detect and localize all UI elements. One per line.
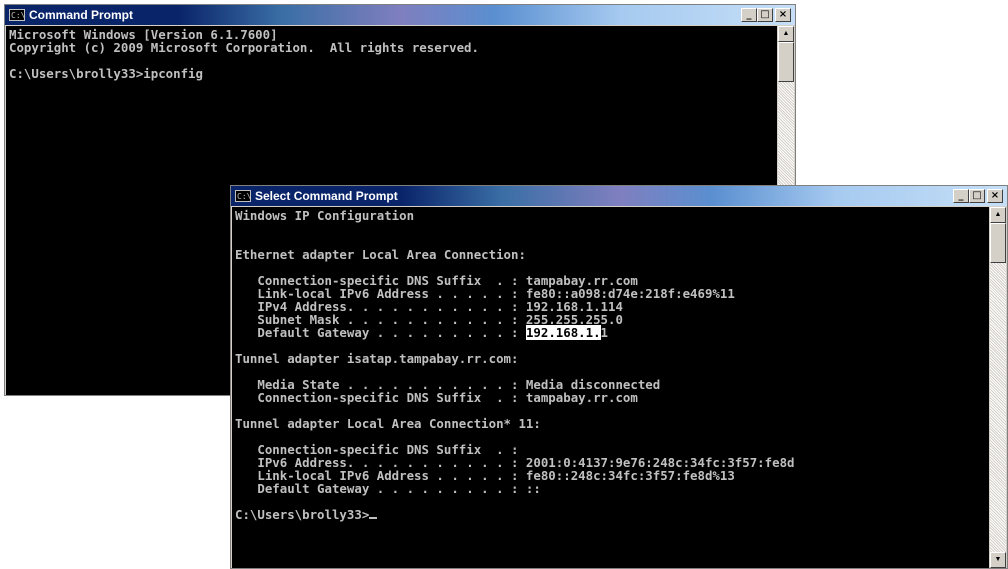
console-lines-before: Windows IP Configuration Ethernet adapte…	[235, 209, 986, 326]
console-line: Copyright (c) 2009 Microsoft Corporation…	[9, 40, 479, 55]
close-button[interactable]: ×	[987, 189, 1003, 203]
gateway-rest: 1	[600, 325, 609, 340]
console-line: Tunnel adapter Local Area Connection* 11…	[235, 416, 541, 431]
close-button[interactable]: ×	[775, 8, 791, 22]
scroll-thumb[interactable]	[778, 42, 794, 82]
window-title: Command Prompt	[29, 8, 134, 22]
console-line: Tunnel adapter isatap.tampabay.rr.com:	[235, 351, 519, 366]
scroll-thumb[interactable]	[990, 223, 1006, 263]
command-prompt-icon[interactable]: C:\	[9, 9, 25, 21]
minimize-button[interactable]: _	[953, 189, 969, 203]
maximize-button[interactable]: □	[757, 8, 773, 22]
console-line: C:\Users\brolly33>ipconfig	[9, 66, 203, 81]
scroll-up-arrow-icon[interactable]: ▲	[778, 26, 794, 42]
title-bar[interactable]: C:\ Command Prompt _ □ ×	[5, 5, 795, 25]
console-output[interactable]: Windows IP Configuration Ethernet adapte…	[232, 207, 989, 568]
minimize-button[interactable]: _	[741, 8, 757, 22]
text-cursor	[369, 517, 378, 519]
console-line: Connection-specific DNS Suffix . : tampa…	[235, 390, 638, 405]
console-line: Ethernet adapter Local Area Connection:	[235, 247, 526, 262]
console-line: Default Gateway . . . . . . . . . : ::	[235, 481, 541, 496]
maximize-button[interactable]: □	[969, 189, 985, 203]
window-title: Select Command Prompt	[255, 189, 398, 203]
selected-text[interactable]: 192.168.1.	[525, 325, 601, 340]
scroll-down-arrow-icon[interactable]: ▼	[990, 552, 1006, 568]
window-controls: _ □ ×	[953, 189, 1003, 203]
scroll-up-arrow-icon[interactable]: ▲	[990, 207, 1006, 223]
console-line-default-gateway: Default Gateway . . . . . . . . . : 192.…	[235, 325, 986, 340]
title-bar[interactable]: C:\ Select Command Prompt _ □ ×	[231, 186, 1007, 206]
console-lines-after: Tunnel adapter isatap.tampabay.rr.com: M…	[235, 339, 986, 508]
window-controls: _ □ ×	[741, 8, 791, 22]
console-prompt-line[interactable]: C:\Users\brolly33>	[235, 508, 986, 521]
prompt-text: C:\Users\brolly33>	[235, 507, 370, 522]
console-line: Windows IP Configuration	[235, 208, 415, 223]
vertical-scrollbar[interactable]: ▲ ▼	[990, 207, 1006, 568]
gateway-label: Default Gateway . . . . . . . . . :	[235, 325, 526, 340]
select-command-prompt-window: C:\ Select Command Prompt _ □ × Windows …	[230, 185, 1008, 569]
command-prompt-icon[interactable]: C:\	[235, 190, 251, 202]
